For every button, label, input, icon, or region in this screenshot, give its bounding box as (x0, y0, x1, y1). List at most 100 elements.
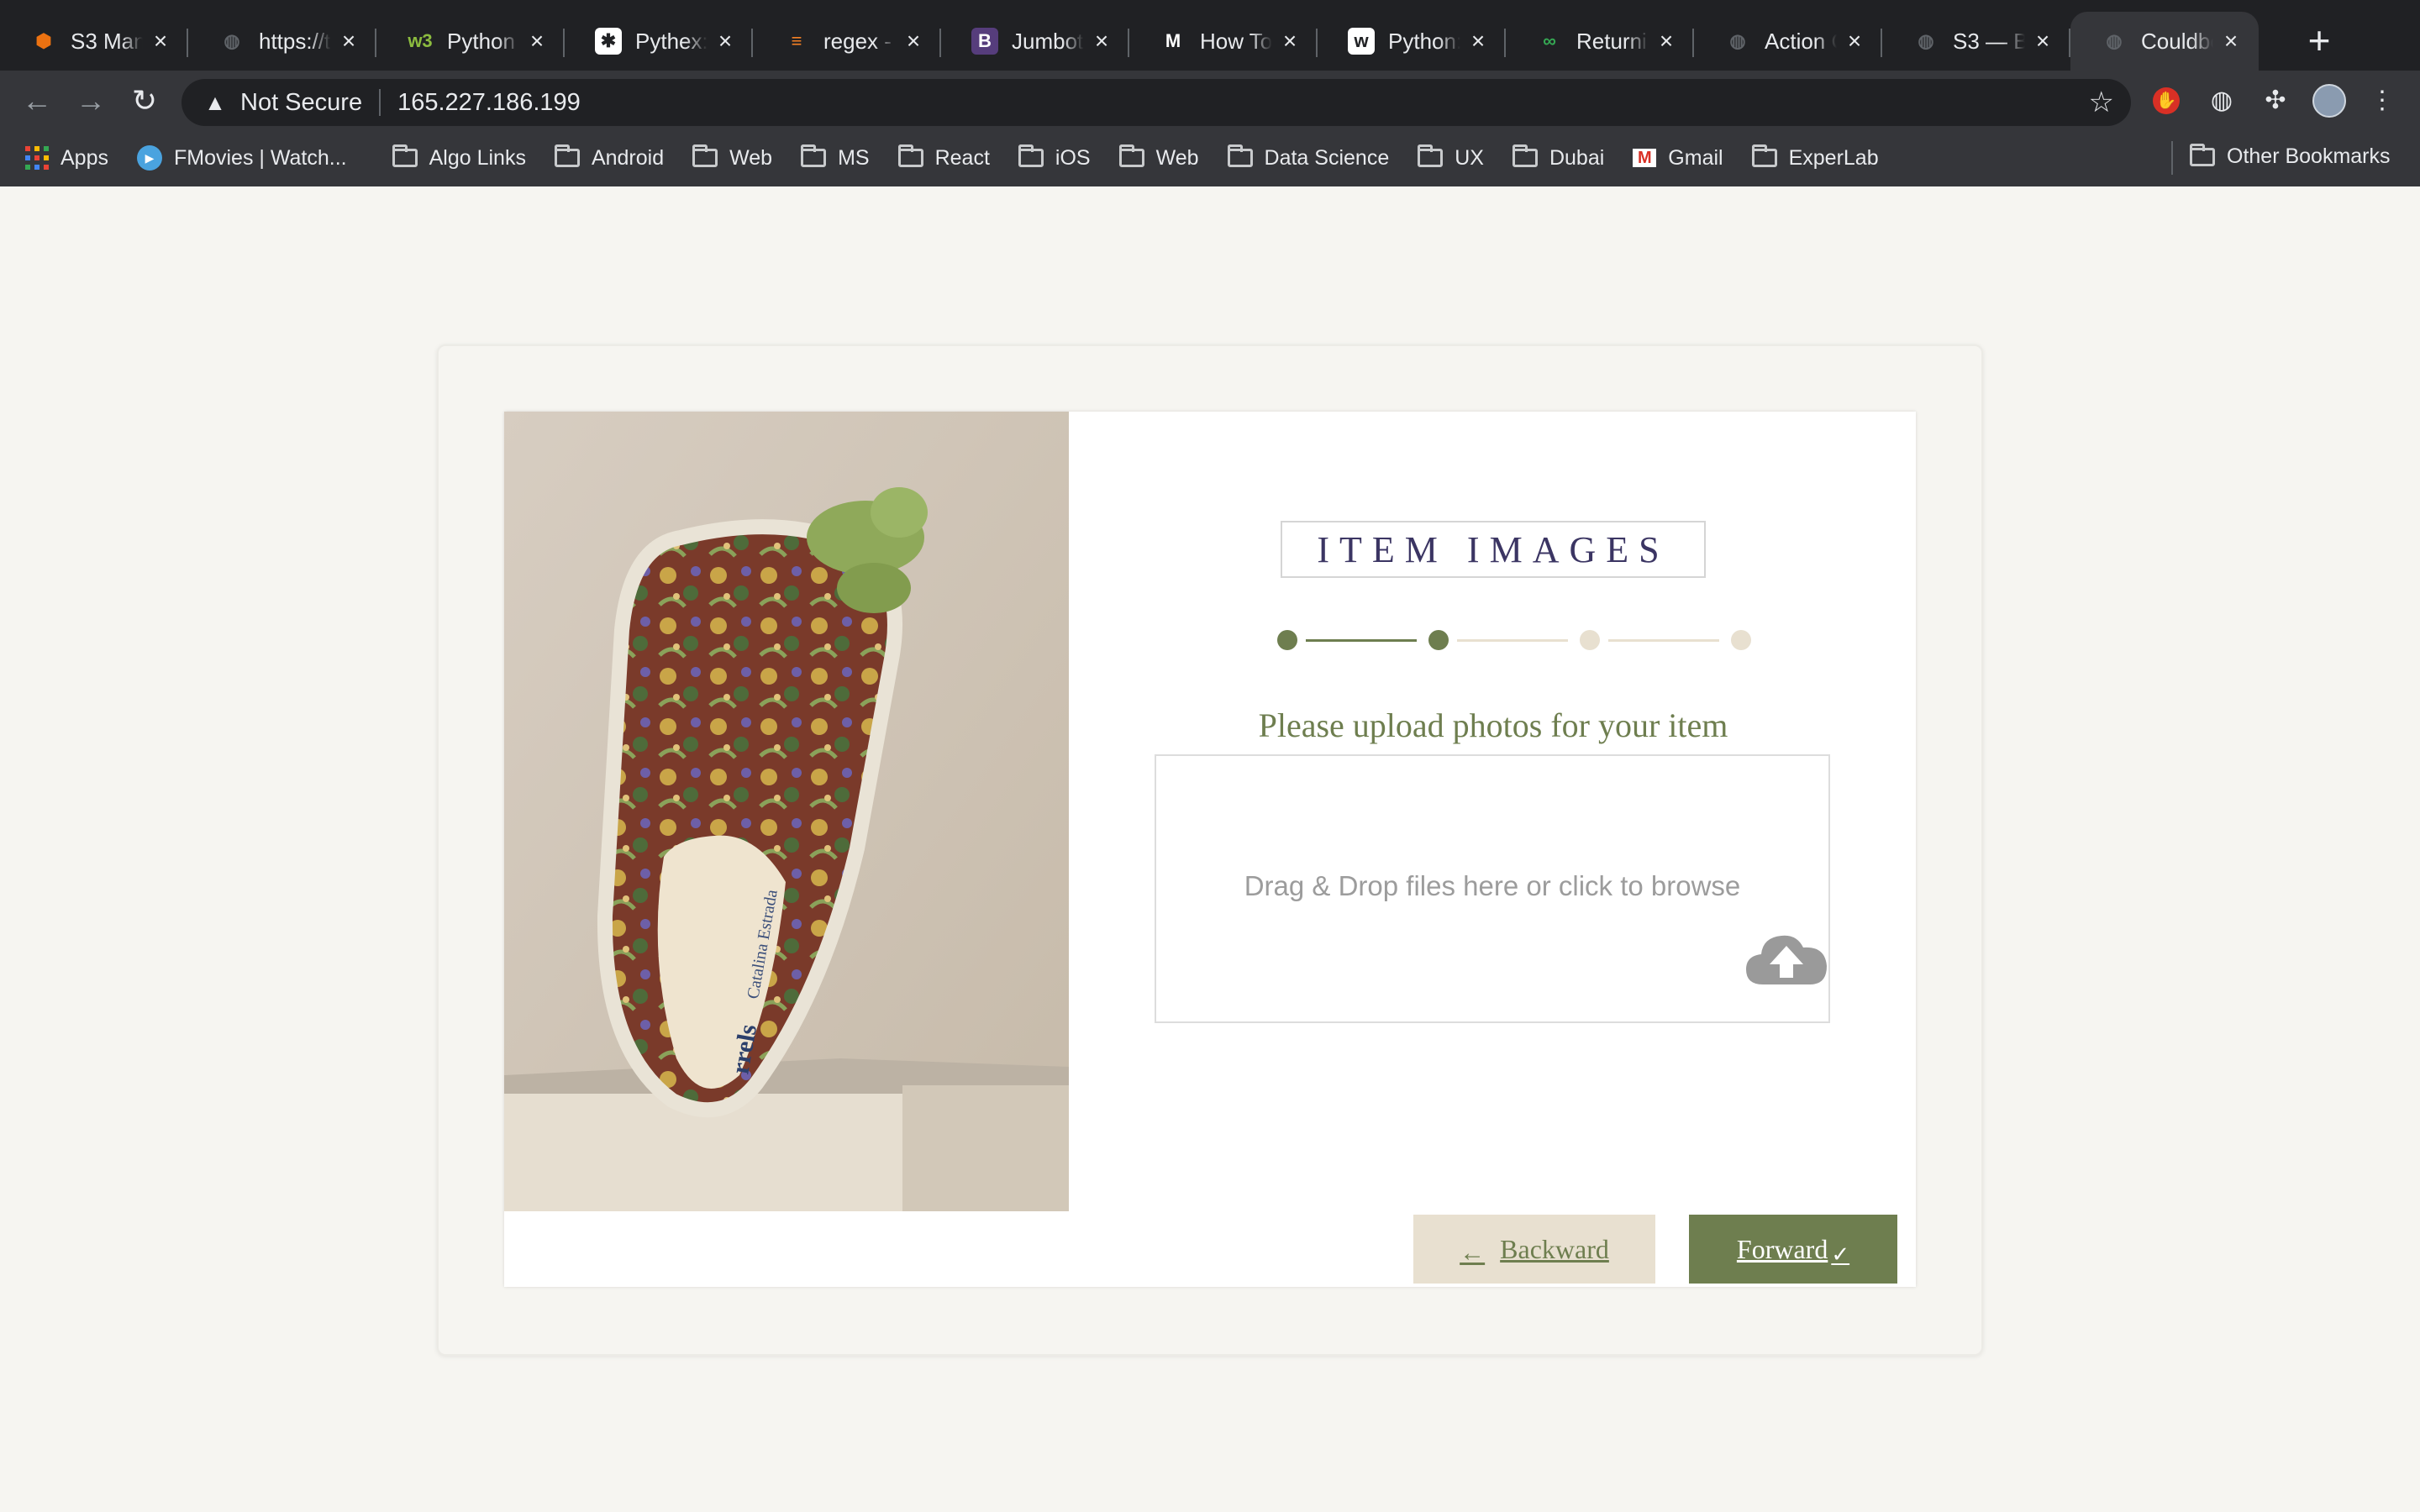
stackoverflow-icon: ≡ (791, 30, 802, 51)
forward-label: Forward (1736, 1233, 1828, 1264)
gmail-icon: M (1633, 149, 1657, 167)
globe-icon: ◍ (1918, 30, 1934, 51)
bookmark-gmail[interactable]: M Gmail (1633, 146, 1723, 171)
folder-icon (554, 144, 580, 167)
bookmark-folder[interactable]: UX (1418, 144, 1484, 171)
bookmark-label: FMovies | Watch... (173, 145, 347, 170)
browser-tab[interactable]: M How To C× (1129, 12, 1318, 71)
bookmark-label: Algo Links (429, 145, 526, 170)
browser-tab[interactable]: ≡ regex - F× (753, 12, 941, 71)
browser-tab[interactable]: ◍ Action C× (1694, 12, 1882, 71)
close-tab-icon[interactable]: × (2030, 29, 2055, 54)
bookmark-label: Web (729, 145, 773, 170)
aws-cube-icon: ⬢ (35, 30, 52, 51)
bookmark-folder[interactable]: React (897, 144, 990, 171)
close-tab-icon[interactable]: × (1842, 29, 1867, 54)
close-tab-icon[interactable]: × (524, 29, 550, 54)
browser-tab[interactable]: ◍ https://t × (188, 12, 376, 71)
browser-tab[interactable]: ⬢ S3 Management Console× (0, 12, 188, 71)
back-arrow-icon[interactable]: ← (17, 81, 57, 121)
bookmark-folder[interactable]: Dubai (1512, 144, 1604, 171)
bookmark-apps[interactable]: Apps (25, 146, 108, 171)
step-connector (1608, 639, 1719, 642)
bookmark-site[interactable]: ▶ FMovies | Watch... (136, 145, 347, 171)
browser-tab[interactable]: ∞ Returnin× (1506, 12, 1694, 71)
new-tab-button[interactable]: + (2299, 21, 2339, 62)
close-tab-icon[interactable]: × (1654, 29, 1679, 54)
browser-tab[interactable]: ✱ Pythex: a× (565, 12, 753, 71)
address-bar[interactable]: ▲ Not Secure 165.227.186.199 ☆ (182, 79, 2131, 126)
close-tab-icon[interactable]: × (336, 29, 361, 54)
close-tab-icon[interactable]: × (713, 29, 738, 54)
globe-icon: ◍ (224, 30, 240, 51)
tab-title: Returnin (1576, 28, 1649, 54)
folder-icon (897, 144, 923, 167)
backward-label: Backward (1500, 1233, 1609, 1264)
browser-tab[interactable]: B Jumbotr × (941, 12, 1129, 71)
pythex-icon: ✱ (595, 28, 622, 55)
bookmarks-divider (2171, 141, 2173, 175)
bookmark-label: Gmail (1668, 145, 1723, 170)
forward-arrow-icon[interactable]: → (71, 81, 111, 121)
tab-title: Couldbe (2141, 28, 2213, 54)
close-tab-icon[interactable]: × (901, 29, 926, 54)
close-tab-icon[interactable]: × (148, 29, 173, 54)
folder-icon (692, 144, 718, 167)
adblock-hand-icon[interactable]: ✋ (2153, 87, 2180, 114)
url-text[interactable]: 165.227.186.199 (397, 89, 581, 117)
menu-kebab-icon[interactable]: ⋮ (2370, 84, 2395, 118)
bookmark-label: UX (1455, 145, 1484, 170)
folder-icon (1512, 144, 1538, 167)
file-dropzone[interactable]: Drag & Drop files here or click to brows… (1155, 754, 1830, 1023)
tab-strip: ⬢S3 Management Console×◍https://t×w3Pyth… (0, 0, 2420, 71)
browser-chrome: ⬢S3 Management Console×◍https://t×w3Pyth… (0, 0, 2420, 186)
backward-button[interactable]: ← Backward (1413, 1215, 1655, 1284)
tab-title: S3 Management Console (71, 28, 143, 54)
bookmark-label: Apps (60, 145, 108, 170)
infinity-icon: ∞ (1543, 30, 1556, 51)
tab-title: Pythex: a (635, 28, 708, 54)
bookmarks-bar: Apps ▶ FMovies | Watch... Algo Links Android… (0, 134, 2420, 181)
step-dot (1580, 630, 1600, 650)
w3-icon: w3 (408, 30, 433, 51)
folder-icon (1118, 144, 1144, 167)
bookmark-folder[interactable]: iOS (1018, 144, 1091, 171)
forward-button[interactable]: Forward ✓ (1689, 1215, 1897, 1284)
other-bookmarks[interactable]: Other Bookmarks (2190, 143, 2391, 169)
bookmark-folder[interactable]: MS (801, 144, 870, 171)
tab-title: Python F (447, 28, 519, 54)
bookmark-folder[interactable]: Web (692, 144, 773, 171)
globe-extension-icon[interactable]: ◍ (2205, 84, 2238, 118)
browser-tab[interactable]: ◍ Couldbe× (2070, 12, 2259, 71)
play-circle-icon: ▶ (136, 145, 162, 171)
browser-tab[interactable]: w3 Python F× (376, 12, 565, 71)
browser-tab[interactable]: w Python: T× (1318, 12, 1506, 71)
reload-icon[interactable]: ↻ (124, 81, 165, 121)
folder-icon (2190, 143, 2215, 166)
bookmark-folder[interactable]: Web (1118, 144, 1199, 171)
step-dot (1428, 630, 1449, 650)
close-tab-icon[interactable]: × (1089, 29, 1114, 54)
dropzone-hint: Drag & Drop files here or click to brows… (1244, 870, 1741, 901)
bookmark-folder[interactable]: Algo Links (392, 144, 526, 171)
bookmark-label: ExperLab (1788, 145, 1879, 170)
upload-panel: Catalina Estrada rrels ITEM IMAGES Pleas… (504, 412, 1916, 1287)
bookmark-folder[interactable]: Android (554, 144, 664, 171)
puzzle-extensions-icon[interactable]: ✣ (2259, 84, 2292, 118)
bookmark-folder[interactable]: Data Science (1227, 144, 1389, 171)
folder-icon (1751, 144, 1777, 167)
bookmark-star-icon[interactable]: ☆ (2089, 86, 2114, 119)
w3resource-icon: w (1348, 28, 1375, 55)
upload-prompt: Please upload photos for your item (1258, 706, 1728, 744)
close-tab-icon[interactable]: × (1277, 29, 1302, 54)
security-status: Not Secure (240, 88, 363, 116)
close-tab-icon[interactable]: × (2218, 29, 2244, 54)
close-tab-icon[interactable]: × (1465, 29, 1491, 54)
tab-title: regex - F (823, 28, 896, 54)
browser-tab[interactable]: ◍ S3 — Bo× (1882, 12, 2070, 71)
folder-icon (1418, 144, 1444, 167)
profile-avatar[interactable] (2312, 84, 2346, 118)
bookmark-folder[interactable]: ExperLab (1751, 144, 1879, 171)
cloud-upload-icon[interactable] (1744, 929, 1828, 988)
folder-icon (1227, 144, 1253, 167)
